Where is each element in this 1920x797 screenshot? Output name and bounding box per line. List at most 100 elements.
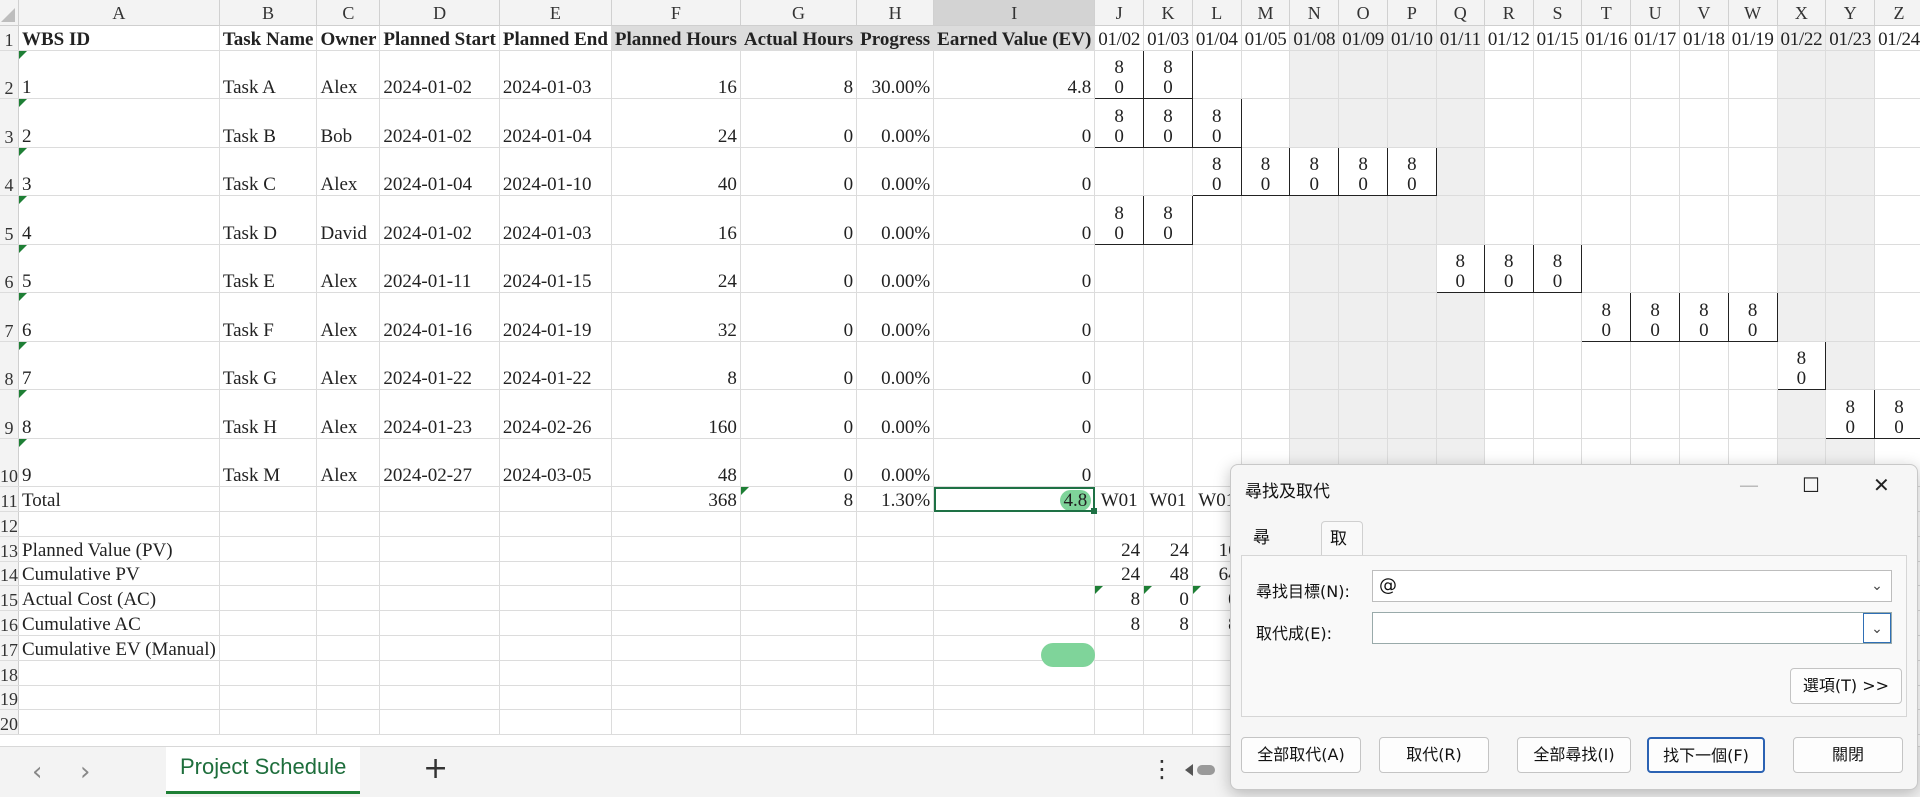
gantt-cell[interactable] (1777, 147, 1827, 197)
gantt-cell[interactable] (1387, 292, 1437, 342)
gantt-cell[interactable] (1143, 147, 1193, 197)
date-header-cell[interactable]: 01/12 (1484, 25, 1534, 51)
progress-cell[interactable]: 0.00% (856, 98, 935, 148)
gantt-cell[interactable] (1825, 195, 1876, 245)
empty-cell[interactable] (856, 561, 935, 587)
gantt-cell[interactable] (1436, 50, 1485, 100)
empty-cell[interactable] (933, 610, 1096, 637)
gantt-cell[interactable] (1777, 50, 1827, 100)
empty-cell[interactable] (740, 610, 858, 637)
planned-hours-cell[interactable]: 24 (611, 244, 741, 294)
column-header-b[interactable]: B (219, 0, 318, 26)
actual-hours-cell[interactable]: 0 (740, 438, 858, 488)
gantt-cell[interactable] (1679, 244, 1729, 294)
date-header-cell[interactable]: 01/15 (1533, 25, 1583, 51)
replace-all-button[interactable]: 全部取代(A) (1241, 737, 1361, 773)
date-header-cell[interactable]: 01/10 (1387, 25, 1437, 51)
more-options-icon[interactable]: ⋮ (1150, 755, 1174, 783)
gantt-cell[interactable] (1630, 244, 1680, 294)
date-header-cell[interactable]: 01/24 (1874, 25, 1920, 51)
gantt-cell[interactable] (1192, 50, 1242, 100)
gantt-cell[interactable] (1289, 292, 1340, 342)
empty-cell[interactable] (18, 511, 220, 537)
planned-start-cell[interactable]: 2024-01-16 (379, 292, 500, 342)
wbs-id-cell[interactable]: 4 (18, 195, 220, 245)
empty-cell[interactable] (316, 610, 381, 637)
row-header-19[interactable]: 19 (0, 685, 19, 711)
progress-cell[interactable]: 0.00% (856, 341, 935, 391)
earned-value-cell[interactable]: 0 (933, 147, 1096, 197)
empty-cell[interactable] (856, 585, 935, 612)
empty-cell[interactable] (933, 511, 1096, 537)
total-progress-cell[interactable]: 1.30% (856, 486, 935, 513)
empty-cell[interactable] (1094, 511, 1145, 537)
empty-cell[interactable] (856, 536, 935, 562)
empty-cell[interactable] (611, 709, 741, 736)
gantt-cell[interactable] (1581, 389, 1632, 439)
empty-cell[interactable] (499, 709, 612, 736)
summary-label-cell[interactable]: Cumulative PV (18, 561, 220, 587)
empty-cell[interactable] (1143, 660, 1193, 686)
gantt-bar-cell[interactable]: 80 (1435, 243, 1485, 294)
gantt-bar-cell[interactable]: 80 (1483, 243, 1534, 294)
empty-cell[interactable] (611, 511, 741, 537)
gantt-cell[interactable] (1289, 341, 1340, 391)
empty-cell[interactable] (740, 511, 858, 537)
planned-end-cell[interactable]: 2024-02-26 (499, 389, 612, 439)
empty-cell[interactable] (379, 511, 500, 537)
summary-value-cell[interactable]: 24 (1094, 561, 1145, 587)
empty-cell[interactable] (933, 685, 1096, 711)
gantt-bar-cell[interactable]: 80 (1191, 146, 1242, 197)
wbs-id-cell[interactable]: 3 (18, 147, 220, 197)
empty-cell[interactable] (316, 685, 381, 711)
close-button[interactable]: 關閉 (1793, 737, 1903, 773)
gantt-cell[interactable] (1387, 98, 1437, 148)
empty-cell[interactable] (740, 660, 858, 686)
task-name-cell[interactable]: Task M (219, 438, 318, 488)
gantt-cell[interactable] (1533, 50, 1583, 100)
column-header-a[interactable]: A (18, 0, 220, 26)
gantt-bar-cell[interactable]: 80 (1289, 146, 1340, 197)
gantt-cell[interactable] (1338, 244, 1388, 294)
empty-cell[interactable] (379, 486, 500, 513)
progress-cell[interactable]: 0.00% (856, 389, 935, 439)
empty-cell[interactable] (611, 610, 741, 637)
empty-cell[interactable] (18, 660, 220, 686)
gantt-bar-cell[interactable]: 80 (1532, 243, 1583, 294)
gantt-cell[interactable] (1387, 244, 1437, 294)
empty-cell[interactable] (219, 709, 318, 736)
total-planned-cell[interactable]: 368 (611, 486, 741, 513)
gantt-cell[interactable] (1630, 341, 1680, 391)
empty-cell[interactable] (219, 536, 318, 562)
gantt-bar-cell[interactable]: 80 (1678, 292, 1729, 342)
actual-hours-cell[interactable]: 0 (740, 244, 858, 294)
column-header-g[interactable]: G (740, 0, 858, 26)
row-header-18[interactable]: 18 (0, 660, 19, 686)
empty-cell[interactable] (219, 511, 318, 537)
task-name-cell[interactable]: Task F (219, 292, 318, 342)
wbs-id-cell[interactable]: 5 (18, 244, 220, 294)
gantt-cell[interactable] (1777, 244, 1827, 294)
earned-value-cell[interactable]: 0 (933, 438, 1096, 488)
gantt-cell[interactable] (1679, 98, 1729, 148)
planned-hours-cell[interactable]: 160 (611, 389, 741, 439)
gantt-bar-cell[interactable]: 80 (1143, 195, 1193, 245)
gantt-bar-cell[interactable]: 80 (1191, 98, 1242, 148)
column-header-i[interactable]: I (933, 0, 1096, 26)
task-name-cell[interactable]: Task D (219, 195, 318, 245)
gantt-cell[interactable] (1143, 292, 1193, 342)
empty-cell[interactable] (18, 709, 220, 736)
date-header-cell[interactable]: 01/02 (1094, 25, 1145, 51)
wbs-id-cell[interactable]: 8 (18, 389, 220, 439)
earned-value-cell[interactable]: 4.8 (933, 50, 1096, 100)
empty-cell[interactable] (933, 536, 1096, 562)
gantt-bar-cell[interactable]: 80 (1143, 98, 1193, 148)
gantt-cell[interactable] (1533, 341, 1583, 391)
gantt-cell[interactable] (1484, 341, 1534, 391)
empty-cell[interactable] (611, 685, 741, 711)
progress-cell[interactable]: 0.00% (856, 438, 935, 488)
gantt-bar-cell[interactable]: 80 (1143, 49, 1193, 100)
column-header-n[interactable]: N (1289, 0, 1340, 26)
progress-cell[interactable]: 0.00% (856, 147, 935, 197)
gantt-cell[interactable] (1338, 195, 1388, 245)
